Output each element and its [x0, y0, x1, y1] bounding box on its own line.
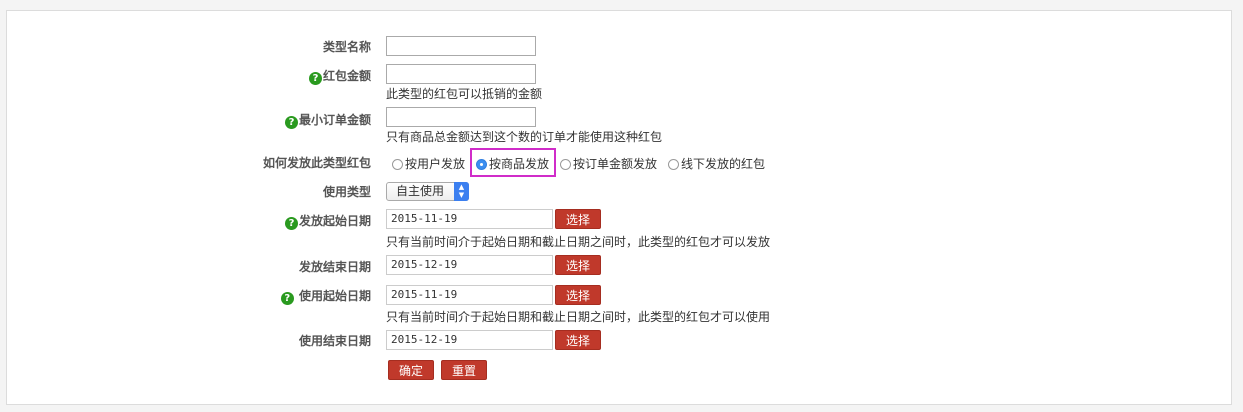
use-end-select-button[interactable]: 选择 [555, 330, 601, 350]
select-arrows-icon: ▲ ▼ [454, 182, 469, 201]
radio-by-user[interactable]: 按用户发放 [392, 155, 465, 172]
min-amount-input[interactable] [386, 107, 536, 127]
form-panel: 类型名称 ? 红包金额 此类型的红包可以抵销的金额 ? 最小订单金额 只有商品总金额… [6, 10, 1232, 405]
amount-input[interactable] [386, 64, 536, 84]
min-amount-label-wrap: ? 最小订单金额 [284, 112, 371, 129]
radio-circle [560, 159, 571, 170]
radio-circle [392, 159, 403, 170]
radio-label: 按商品发放 [489, 157, 550, 171]
use-date-note: 只有当前时间介于起始日期和截止日期之间时，此类型的红包才可以使用 [386, 310, 771, 324]
use-start-label-wrap: ? 使用起始日期 [280, 288, 371, 305]
radio-circle [668, 159, 679, 170]
reset-button[interactable]: 重置 [441, 360, 487, 380]
radio-label: 按订单金额发放 [573, 157, 658, 171]
use-type-value: 自主使用 [396, 184, 445, 198]
use-start-date-input[interactable]: 2015-11-19 [386, 285, 553, 305]
use-start-label: 使用起始日期 [298, 289, 371, 303]
use-end-label: 使用结束日期 [298, 334, 371, 348]
radio-by-order-amount[interactable]: 按订单金额发放 [560, 155, 657, 172]
help-icon[interactable]: ? [308, 72, 322, 85]
send-end-label: 发放结束日期 [298, 260, 371, 274]
send-date-note: 只有当前时间介于起始日期和截止日期之间时，此类型的红包才可以发放 [386, 235, 771, 249]
help-icon[interactable]: ? [284, 217, 298, 230]
use-type-label: 使用类型 [322, 185, 371, 199]
use-end-date-input[interactable]: 2015-12-19 [386, 330, 553, 350]
type-name-input[interactable] [386, 36, 536, 56]
amount-note: 此类型的红包可以抵销的金额 [386, 87, 543, 101]
send-end-date-input[interactable]: 2015-12-19 [386, 255, 553, 275]
help-icon[interactable]: ? [284, 116, 298, 129]
confirm-button[interactable]: 确定 [388, 360, 434, 380]
send-end-select-button[interactable]: 选择 [555, 255, 601, 275]
radio-label: 按用户发放 [405, 157, 466, 171]
min-amount-label: 最小订单金额 [298, 113, 371, 127]
radio-circle-checked [476, 159, 487, 170]
use-start-select-button[interactable]: 选择 [555, 285, 601, 305]
min-amount-note: 只有商品总金额达到这个数的订单才能使用这种红包 [386, 130, 663, 144]
use-type-select[interactable]: 自主使用 ▲ ▼ [386, 182, 469, 201]
type-name-label: 类型名称 [322, 40, 371, 54]
amount-label-wrap: ? 红包金额 [308, 68, 371, 85]
send-start-select-button[interactable]: 选择 [555, 209, 601, 229]
send-start-label: 发放起始日期 [298, 214, 371, 228]
send-start-label-wrap: ? 发放起始日期 [284, 213, 371, 230]
send-start-date-input[interactable]: 2015-11-19 [386, 209, 553, 229]
amount-label: 红包金额 [322, 69, 371, 83]
send-method-label: 如何发放此类型红包 [262, 156, 371, 170]
radio-offline[interactable]: 线下发放的红包 [668, 155, 765, 172]
help-icon[interactable]: ? [280, 292, 294, 305]
radio-label: 线下发放的红包 [681, 157, 766, 171]
radio-by-goods[interactable]: 按商品发放 [476, 155, 549, 172]
